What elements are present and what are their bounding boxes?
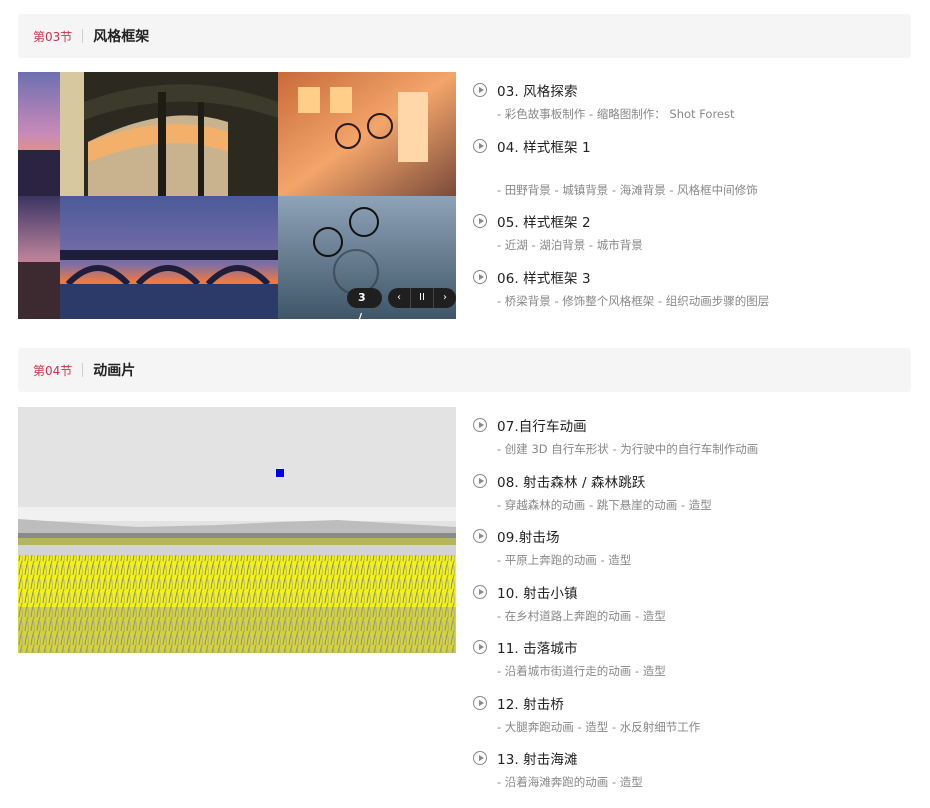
play-icon[interactable] bbox=[473, 214, 487, 228]
divider bbox=[82, 363, 84, 377]
lesson-description: - 桥梁背景 - 修饰整个风格框架 - 组织动画步骤的图层 bbox=[497, 294, 770, 308]
lesson-item[interactable]: 12. 射击桥 - 大腿奔跑动画 - 造型 - 水反射细节工作 bbox=[473, 693, 913, 735]
lesson-description: - 穿越森林的动画 - 跳下悬崖的动画 - 造型 bbox=[497, 498, 712, 512]
lesson-description: - 大腿奔跑动画 - 造型 - 水反射细节工作 bbox=[497, 720, 701, 734]
lesson-item[interactable]: 10. 射击小镇 - 在乡村道路上奔跑的动画 - 造型 bbox=[473, 582, 913, 624]
pause-button[interactable]: II bbox=[410, 288, 433, 308]
lesson-description: - 近湖 - 湖泊背景 - 城市背景 bbox=[497, 238, 643, 252]
lesson-title[interactable]: 06. 样式框架 3 bbox=[497, 267, 591, 287]
lesson-title[interactable]: 09.射击场 bbox=[497, 526, 560, 546]
play-icon[interactable] bbox=[473, 696, 487, 710]
prev-button[interactable]: ‹ bbox=[388, 288, 410, 308]
animation-preview[interactable] bbox=[18, 407, 456, 653]
play-icon[interactable] bbox=[473, 585, 487, 599]
play-icon[interactable] bbox=[473, 270, 487, 284]
lesson-description: - 田野背景 - 城镇背景 - 海滩背景 - 风格框中间修饰 bbox=[497, 183, 758, 197]
lesson-item[interactable]: 11. 击落城市 - 沿着城市街道行走的动画 - 造型 bbox=[473, 637, 913, 679]
section-header-03: 第03节 风格框架 bbox=[18, 14, 911, 58]
lesson-title[interactable]: 10. 射击小镇 bbox=[497, 582, 578, 602]
section-number: 第03节 bbox=[33, 29, 73, 44]
style-frame-gallery[interactable]: 3 / 4 ‹ II › bbox=[18, 72, 456, 319]
lesson-item[interactable]: 09.射击场 - 平原上奔跑的动画 - 造型 bbox=[473, 526, 913, 568]
play-icon[interactable] bbox=[473, 139, 487, 153]
lesson-title[interactable]: 04. 样式框架 1 bbox=[497, 136, 591, 156]
lesson-description: - 沿着城市街道行走的动画 - 造型 bbox=[497, 664, 666, 678]
lesson-title[interactable]: 05. 样式框架 2 bbox=[497, 211, 591, 231]
play-icon[interactable] bbox=[473, 474, 487, 488]
play-icon[interactable] bbox=[473, 640, 487, 654]
slide-counter: 3 / 4 bbox=[347, 288, 382, 319]
section-number: 第04节 bbox=[33, 363, 73, 378]
section-header-04: 第04节 动画片 bbox=[18, 348, 911, 392]
play-icon[interactable] bbox=[473, 751, 487, 765]
lesson-item[interactable]: 05. 样式框架 2 - 近湖 - 湖泊背景 - 城市背景 bbox=[473, 211, 913, 253]
section-title: 风格框架 bbox=[93, 29, 150, 45]
next-button[interactable]: › bbox=[433, 288, 456, 308]
lesson-title[interactable]: 12. 射击桥 bbox=[497, 693, 564, 713]
section-title: 动画片 bbox=[93, 363, 136, 379]
lesson-description: - 创建 3D 自行车形状 - 为行驶中的自行车制作动画 bbox=[497, 442, 759, 456]
lesson-item[interactable]: 08. 射击森林 / 森林跳跃 - 穿越森林的动画 - 跳下悬崖的动画 - 造型 bbox=[473, 471, 913, 513]
lesson-item[interactable]: 03. 风格探索 - 彩色故事板制作 - 缩略图制作： Shot Forest bbox=[473, 80, 913, 122]
gallery-pager: 3 / 4 ‹ II › bbox=[347, 288, 456, 319]
divider bbox=[82, 29, 84, 43]
play-icon[interactable] bbox=[473, 83, 487, 97]
play-icon[interactable] bbox=[473, 418, 487, 432]
play-icon[interactable] bbox=[473, 529, 487, 543]
lesson-title[interactable]: 03. 风格探索 bbox=[497, 80, 578, 100]
lesson-item[interactable]: 06. 样式框架 3 - 桥梁背景 - 修饰整个风格框架 - 组织动画步骤的图层 bbox=[473, 267, 913, 309]
lesson-title[interactable]: 08. 射击森林 / 森林跳跃 bbox=[497, 471, 645, 491]
lesson-description: - 平原上奔跑的动画 - 造型 bbox=[497, 553, 632, 567]
lesson-description: - 彩色故事板制作 - 缩略图制作： Shot Forest bbox=[497, 107, 735, 121]
lesson-title[interactable]: 07.自行车动画 bbox=[497, 415, 587, 435]
lesson-description: - 沿着海滩奔跑的动画 - 造型 bbox=[497, 775, 643, 789]
lesson-item[interactable]: 07.自行车动画 - 创建 3D 自行车形状 - 为行驶中的自行车制作动画 bbox=[473, 415, 913, 457]
lesson-item[interactable]: 13. 射击海滩 - 沿着海滩奔跑的动画 - 造型 bbox=[473, 748, 913, 790]
lesson-title[interactable]: 11. 击落城市 bbox=[497, 637, 578, 657]
lesson-item[interactable]: 04. 样式框架 1 - 田野背景 - 城镇背景 - 海滩背景 - 风格框中间修… bbox=[473, 136, 913, 198]
lesson-description: - 在乡村道路上奔跑的动画 - 造型 bbox=[497, 609, 666, 623]
lesson-title[interactable]: 13. 射击海滩 bbox=[497, 748, 578, 768]
pager-controls: ‹ II › bbox=[388, 288, 456, 308]
gallery-image bbox=[18, 72, 456, 319]
animation-image bbox=[18, 407, 456, 653]
